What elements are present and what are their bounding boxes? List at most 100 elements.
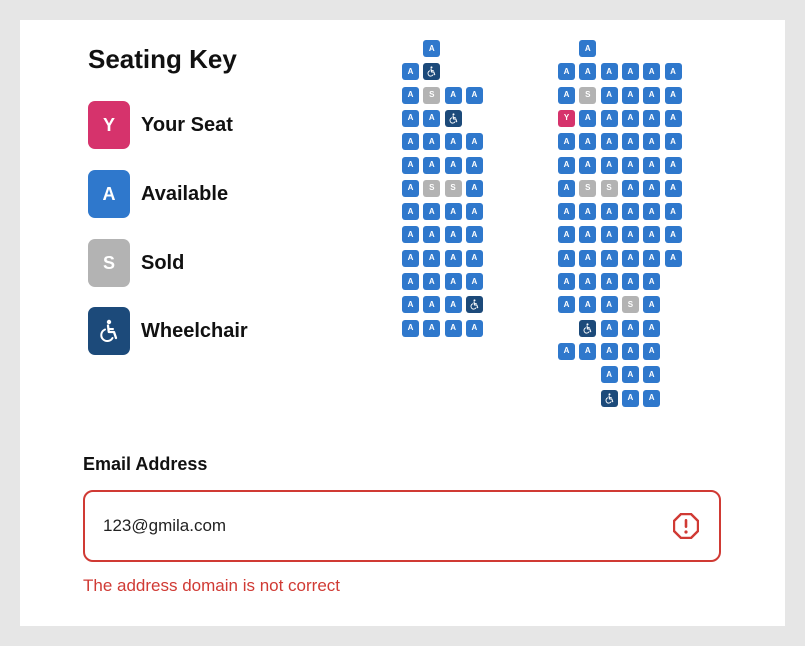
- right-seat-available[interactable]: A: [621, 319, 639, 337]
- right-seat-available[interactable]: A: [621, 273, 639, 290]
- left-seat-available[interactable]: A: [423, 203, 441, 221]
- left-seat-available[interactable]: A: [402, 63, 419, 81]
- right-seat-available[interactable]: A: [664, 86, 682, 104]
- right-seat-available[interactable]: A: [643, 226, 661, 244]
- email-field[interactable]: [103, 512, 663, 540]
- right-seat-available[interactable]: A: [643, 249, 661, 267]
- right-seat-available[interactable]: A: [621, 156, 639, 174]
- right-seat-available[interactable]: A: [600, 63, 618, 81]
- left-seat-available[interactable]: A: [465, 273, 483, 290]
- right-seat-available[interactable]: A: [621, 226, 639, 244]
- right-seat-available[interactable]: A: [621, 86, 639, 104]
- right-seat-available[interactable]: A: [643, 296, 661, 314]
- right-seat-available[interactable]: A: [579, 296, 597, 314]
- left-seat-wheelchair[interactable]: [465, 296, 483, 314]
- left-seat-available[interactable]: A: [465, 226, 483, 244]
- right-seat-available[interactable]: A: [664, 203, 682, 221]
- left-seat-available[interactable]: A: [465, 156, 483, 174]
- right-seat-available[interactable]: A: [621, 63, 639, 81]
- left-seat-available[interactable]: A: [402, 296, 419, 314]
- left-seat-available[interactable]: A: [402, 203, 419, 221]
- right-seat-available[interactable]: A: [600, 226, 618, 244]
- left-seat-available[interactable]: A: [444, 226, 462, 244]
- left-seat-available[interactable]: A: [423, 319, 441, 337]
- left-seat-available[interactable]: A: [444, 296, 462, 314]
- right-seat-available[interactable]: A: [600, 296, 618, 314]
- right-seat-available[interactable]: A: [643, 366, 661, 384]
- right-seat-available[interactable]: A: [558, 63, 575, 81]
- left-seat-available[interactable]: A: [423, 109, 441, 127]
- left-seat-available[interactable]: A: [444, 273, 462, 290]
- left-seat-available[interactable]: A: [423, 156, 441, 174]
- email-field-container[interactable]: [83, 490, 721, 562]
- right-seat-available[interactable]: A: [579, 133, 597, 151]
- left-seat-available[interactable]: A: [444, 86, 462, 104]
- right-seat-available[interactable]: A: [664, 249, 682, 267]
- right-seat-available[interactable]: A: [621, 342, 639, 360]
- right-seat-available[interactable]: A: [643, 86, 661, 104]
- right-seat-available[interactable]: A: [621, 389, 639, 407]
- left-seat-available[interactable]: A: [402, 133, 419, 151]
- right-seat-available[interactable]: A: [558, 249, 575, 267]
- right-seat-available[interactable]: A: [643, 342, 661, 360]
- right-seat-available[interactable]: A: [579, 273, 597, 290]
- left-seat-available[interactable]: A: [423, 133, 441, 151]
- right-seat-wheelchair[interactable]: [579, 319, 597, 337]
- left-seat-available[interactable]: A: [402, 273, 419, 290]
- right-seat-available[interactable]: A: [643, 63, 661, 81]
- right-seat-available[interactable]: A: [621, 203, 639, 221]
- right-seat-available[interactable]: A: [600, 319, 618, 337]
- left-seat-available[interactable]: A: [423, 40, 441, 57]
- right-seat-available[interactable]: A: [643, 109, 661, 127]
- left-seat-available[interactable]: A: [402, 319, 419, 337]
- left-seat-available[interactable]: A: [423, 249, 441, 267]
- left-seat-available[interactable]: A: [444, 319, 462, 337]
- left-seat-available[interactable]: A: [465, 203, 483, 221]
- right-seat-available[interactable]: A: [664, 179, 682, 197]
- right-seat-available[interactable]: A: [600, 156, 618, 174]
- right-seat-available[interactable]: A: [643, 156, 661, 174]
- left-seat-available[interactable]: A: [402, 109, 419, 127]
- right-seat-available[interactable]: A: [600, 133, 618, 151]
- right-seat-available[interactable]: A: [621, 109, 639, 127]
- right-seat-available[interactable]: A: [621, 366, 639, 384]
- right-seat-available[interactable]: A: [643, 319, 661, 337]
- right-seat-available[interactable]: A: [643, 389, 661, 407]
- left-seat-available[interactable]: A: [444, 156, 462, 174]
- right-seat-available[interactable]: A: [600, 109, 618, 127]
- right-seat-available[interactable]: A: [600, 249, 618, 267]
- right-seat-your[interactable]: Y: [558, 109, 575, 127]
- right-seat-available[interactable]: A: [643, 273, 661, 290]
- left-seat-available[interactable]: A: [423, 226, 441, 244]
- left-seat-available[interactable]: A: [402, 226, 419, 244]
- right-seat-available[interactable]: A: [579, 109, 597, 127]
- left-seat-available[interactable]: A: [423, 296, 441, 314]
- right-seat-available[interactable]: A: [621, 133, 639, 151]
- right-seat-available[interactable]: A: [558, 273, 575, 290]
- right-seat-available[interactable]: A: [664, 156, 682, 174]
- right-seat-available[interactable]: A: [600, 203, 618, 221]
- left-seat-available[interactable]: A: [402, 179, 419, 197]
- right-seat-available[interactable]: A: [579, 203, 597, 221]
- left-seat-available[interactable]: A: [444, 249, 462, 267]
- left-seat-available[interactable]: A: [402, 156, 419, 174]
- right-seat-available[interactable]: A: [558, 296, 575, 314]
- left-seat-available[interactable]: A: [444, 133, 462, 151]
- right-seat-available[interactable]: A: [643, 133, 661, 151]
- right-seat-available[interactable]: A: [621, 179, 639, 197]
- right-seat-available[interactable]: A: [558, 179, 575, 197]
- right-seat-available[interactable]: A: [621, 249, 639, 267]
- right-seat-available[interactable]: A: [600, 86, 618, 104]
- right-seat-wheelchair[interactable]: [600, 389, 618, 407]
- left-seat-available[interactable]: A: [465, 179, 483, 197]
- right-seat-available[interactable]: A: [664, 226, 682, 244]
- right-seat-available[interactable]: A: [558, 203, 575, 221]
- right-seat-available[interactable]: A: [558, 156, 575, 174]
- right-seat-available[interactable]: A: [579, 63, 597, 81]
- right-seat-available[interactable]: A: [664, 63, 682, 81]
- right-seat-available[interactable]: A: [558, 133, 575, 151]
- left-seat-available[interactable]: A: [465, 249, 483, 267]
- right-seat-available[interactable]: A: [579, 226, 597, 244]
- right-seat-available[interactable]: A: [558, 342, 575, 360]
- left-seat-available[interactable]: A: [402, 249, 419, 267]
